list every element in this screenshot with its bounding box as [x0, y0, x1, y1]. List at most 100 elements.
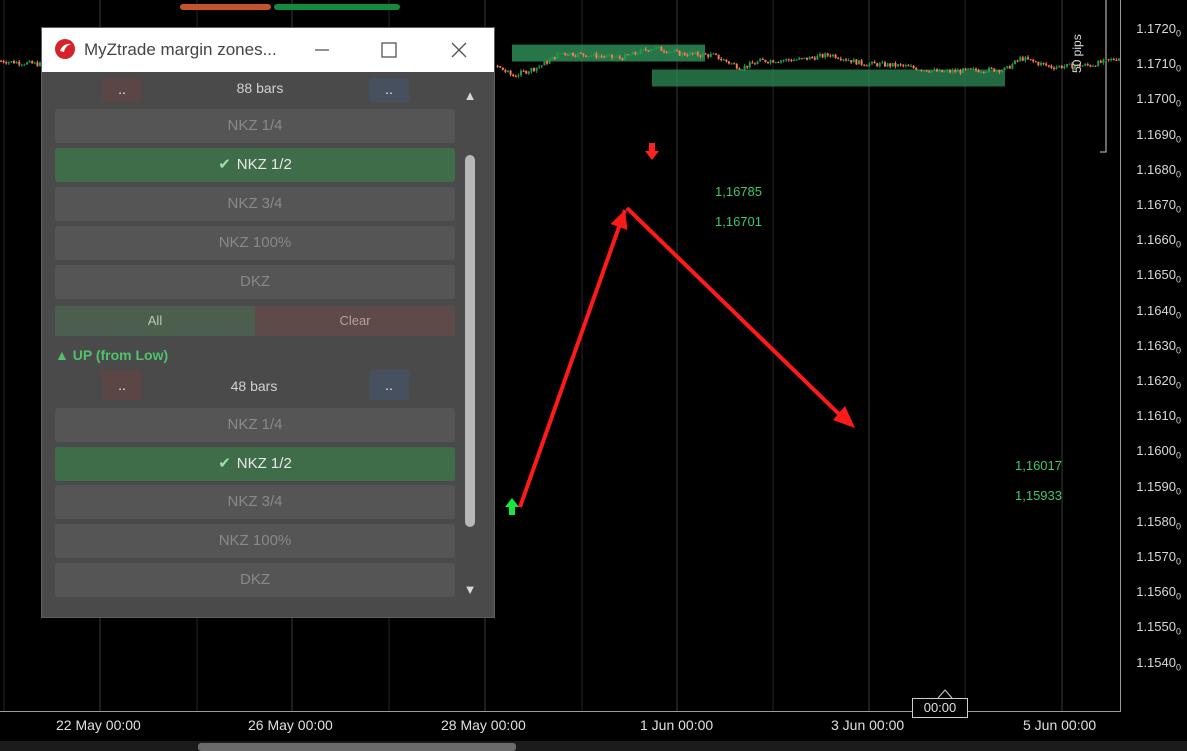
candle-body — [551, 56, 554, 60]
window-titlebar[interactable]: MyZtrade margin zones... — [42, 28, 494, 72]
candle-body — [878, 63, 881, 67]
candle-body — [917, 69, 920, 71]
top-nkz-1-4-button[interactable]: NKZ 1/4 — [55, 109, 455, 143]
clear-button[interactable]: Clear — [255, 306, 455, 336]
candle-body — [553, 56, 556, 59]
close-button[interactable] — [444, 35, 474, 65]
candle-body — [759, 58, 762, 62]
price-tick-suffix: 0 — [1175, 591, 1181, 602]
price-tick-suffix: 0 — [1175, 204, 1181, 215]
candle-body — [886, 63, 889, 67]
candle-body — [595, 53, 598, 58]
candle-body — [787, 59, 790, 61]
price-tick-value: 1.1720 — [1136, 21, 1176, 36]
candle-body — [598, 56, 600, 58]
candle-body — [540, 65, 543, 67]
maximize-button[interactable] — [374, 35, 404, 65]
price-tick-suffix: 0 — [1175, 556, 1181, 567]
up-nkz-1-2-button[interactable]: ✔ NKZ 1/2 — [55, 447, 455, 481]
candle-body — [852, 59, 855, 63]
candle-body — [1058, 65, 1061, 68]
candle-body — [1006, 66, 1009, 68]
down-marker-icon — [645, 143, 659, 160]
candle-body — [1063, 66, 1066, 68]
up-nkz-100-button[interactable]: NKZ 100% — [55, 524, 455, 558]
candle-body — [907, 65, 910, 67]
price-tick-value: 1.1560 — [1136, 584, 1176, 600]
minimize-icon — [315, 49, 329, 51]
price-tick-suffix: 0 — [1175, 274, 1181, 285]
scroll-up-button[interactable]: ▲ — [462, 88, 478, 104]
lower-zone-low-label: 1,15933 — [1015, 488, 1062, 503]
price-tick-suffix: 0 — [1175, 415, 1181, 426]
price-tick-value: 1.1610 — [1136, 408, 1176, 424]
candle-body — [517, 75, 520, 77]
top-prev-button[interactable]: .. — [102, 78, 142, 102]
candle-body — [663, 50, 665, 52]
candle-body — [717, 54, 720, 60]
up-dkz-button[interactable]: DKZ — [55, 563, 455, 597]
minimize-button[interactable] — [307, 35, 337, 65]
candle-body — [525, 70, 528, 74]
candle-body — [995, 70, 998, 72]
top-nkz-1-2-button[interactable]: ✔ NKZ 1/2 — [55, 148, 455, 182]
price-tick-value: 1.1630 — [1136, 337, 1176, 353]
up-nkz-3-4-button[interactable]: NKZ 3/4 — [55, 485, 455, 519]
candle-body — [512, 74, 515, 77]
up-next-button[interactable]: .. — [369, 370, 409, 400]
candle-body — [764, 59, 767, 62]
lower-zone-high-label: 1,16017 — [1015, 458, 1062, 473]
horizontal-scrollbar[interactable] — [0, 741, 1187, 751]
date-tick-label: 5 Jun 00:00 — [1023, 717, 1097, 733]
upper-zone-low-label: 1,16701 — [715, 214, 762, 229]
panel-scroll-thumb[interactable] — [465, 155, 475, 527]
candle-body — [590, 55, 593, 57]
price-tick-value: 1.1640 — [1136, 302, 1176, 318]
candle-body — [790, 60, 793, 62]
candle-body — [795, 59, 798, 61]
all-button[interactable]: All — [55, 306, 255, 336]
candle-body — [579, 53, 582, 55]
candle-body — [1060, 65, 1063, 68]
candle-body — [910, 65, 912, 67]
candle-body — [712, 53, 715, 55]
top-nkz-100-button[interactable]: NKZ 100% — [55, 226, 455, 260]
date-tick-label: 1 Jun 00:00 — [640, 717, 714, 733]
candle-body — [767, 61, 769, 63]
price-tick-label: 1.16100 — [1136, 408, 1181, 426]
candle-body — [31, 61, 34, 64]
price-tick-label: 1.17000 — [1136, 91, 1181, 109]
price-tick-suffix: 0 — [1175, 486, 1181, 497]
candle-body — [946, 70, 949, 72]
top-next-button[interactable]: .. — [369, 78, 409, 102]
candle-body — [1003, 67, 1006, 71]
price-tick-suffix: 0 — [1175, 521, 1181, 532]
close-icon — [451, 42, 467, 58]
horizontal-scroll-thumb[interactable] — [198, 743, 516, 751]
candle-body — [860, 60, 863, 65]
candle-body — [530, 68, 533, 72]
candle-body — [938, 69, 941, 72]
candle-body — [696, 52, 699, 56]
top-nkz-3-4-button[interactable]: NKZ 3/4 — [55, 187, 455, 221]
candle-body — [1021, 57, 1024, 61]
price-tick-value: 1.1700 — [1136, 91, 1176, 107]
candle-body — [20, 64, 23, 66]
price-tick-suffix: 0 — [1175, 134, 1181, 145]
up-section-title: ▲ UP (from Low) — [55, 347, 168, 363]
scroll-down-button[interactable]: ▼ — [462, 582, 478, 598]
up-marker-icon — [505, 498, 519, 515]
top-dkz-button[interactable]: DKZ — [55, 265, 455, 299]
price-tick-value: 1.1600 — [1136, 443, 1176, 459]
up-prev-button[interactable]: .. — [102, 370, 142, 400]
candle-body — [899, 64, 902, 66]
candle-body — [613, 57, 616, 59]
candle-body — [582, 53, 585, 56]
candle-body — [891, 63, 894, 67]
candle-body — [782, 60, 785, 62]
candle-body — [1045, 63, 1048, 66]
candle-body — [28, 61, 31, 63]
candle-body — [1014, 60, 1016, 65]
price-tick-value: 1.1690 — [1136, 126, 1176, 142]
up-nkz-1-4-button[interactable]: NKZ 1/4 — [55, 408, 455, 442]
